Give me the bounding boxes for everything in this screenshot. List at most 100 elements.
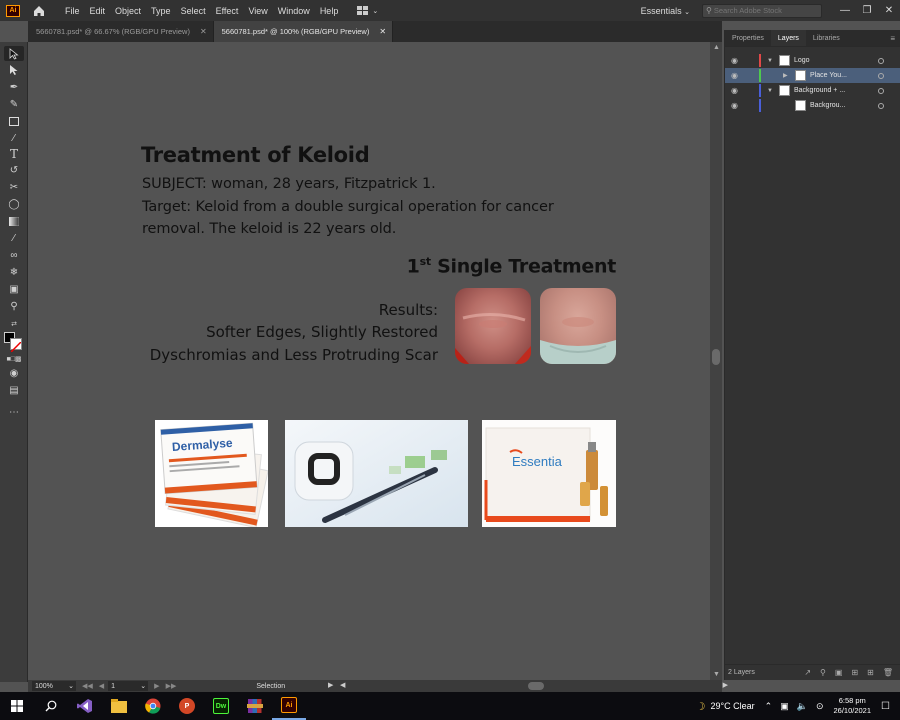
artboard-number-dropdown[interactable]: 1 ⌄ <box>108 681 149 691</box>
tab-layers[interactable]: Layers <box>770 30 806 46</box>
menu-type[interactable]: Type <box>146 6 176 16</box>
draw-mode-icon[interactable]: ◉ <box>7 367 21 379</box>
chevron-down-icon[interactable]: ▼ <box>767 58 773 64</box>
last-artboard-icon[interactable]: ▶▶ <box>166 682 177 690</box>
trash-icon[interactable]: 🗑 <box>883 668 893 677</box>
eyedropper-tool-icon[interactable]: ⁄ <box>7 232 21 244</box>
locate-object-icon[interactable]: ⚲ <box>820 668 826 677</box>
network-icon[interactable]: ▣ <box>780 701 789 712</box>
swap-fill-stroke-icon[interactable]: ⇄ <box>7 318 21 330</box>
menu-window[interactable]: Window <box>273 6 315 16</box>
layer-target-icon[interactable] <box>878 57 884 64</box>
menu-object[interactable]: Object <box>110 6 146 16</box>
paintbrush-tool-icon[interactable]: ⁄ <box>7 132 21 144</box>
rectangle-tool-icon[interactable] <box>7 115 21 127</box>
close-button[interactable]: ✕ <box>878 5 900 16</box>
taskbar-dreamweaver[interactable]: Dw <box>204 692 238 720</box>
shape-builder-tool-icon[interactable]: ◯ <box>7 198 21 210</box>
close-tab-icon[interactable]: ✕ <box>200 27 207 36</box>
menu-edit[interactable]: Edit <box>85 6 111 16</box>
speaker-icon[interactable]: 🔈 <box>797 701 808 712</box>
document-tab[interactable]: 5660781.psd* @ 66.67% (RGB/GPU Preview) … <box>28 21 214 42</box>
pen-tool-icon[interactable]: ✒ <box>7 81 21 93</box>
minimize-button[interactable]: — <box>834 5 856 16</box>
more-tools-icon[interactable]: ⋯ <box>7 406 21 418</box>
visibility-eye-icon[interactable]: ◉ <box>731 101 738 110</box>
search-icon[interactable] <box>34 692 68 720</box>
direct-selection-tool-icon[interactable] <box>7 64 21 76</box>
scroll-up-icon[interactable]: ▲ <box>713 44 720 51</box>
taskbar-winrar[interactable] <box>238 692 272 720</box>
scissors-tool-icon[interactable]: ✂ <box>7 181 21 193</box>
scroll-left-icon[interactable]: ◀ <box>340 681 345 689</box>
visibility-eye-icon[interactable]: ◉ <box>731 86 738 95</box>
taskbar-powerpoint[interactable]: P <box>170 692 204 720</box>
prev-artboard-icon[interactable]: ◀ <box>99 682 104 690</box>
taskbar-chrome[interactable] <box>136 692 170 720</box>
color-mode-icons[interactable]: ■□▩ <box>6 353 21 365</box>
stroke-color-swatch[interactable] <box>10 338 22 353</box>
panel-menu-icon[interactable]: ≡ <box>890 30 900 46</box>
tab-libraries[interactable]: Libraries <box>806 30 847 46</box>
home-icon[interactable] <box>32 4 46 18</box>
layer-row[interactable]: ◉ ▼ Logo <box>725 53 900 68</box>
taskbar-illustrator[interactable]: Ai <box>272 692 306 720</box>
vertical-scrollbar[interactable]: ▲ ▼ <box>710 42 722 680</box>
windows-start-icon[interactable] <box>0 692 34 720</box>
chevron-up-icon[interactable]: ⌃ <box>765 701 773 712</box>
curvature-tool-icon[interactable]: ✎ <box>7 98 21 110</box>
layer-target-icon[interactable] <box>878 87 884 94</box>
visibility-eye-icon[interactable]: ◉ <box>731 56 738 65</box>
language-icon[interactable]: ⊙ <box>816 701 824 712</box>
status-menu-icon[interactable]: ▶ <box>328 681 333 689</box>
scroll-down-icon[interactable]: ▼ <box>713 671 720 678</box>
layer-row[interactable]: ◉ ▶ Place You... <box>725 68 900 83</box>
horizontal-scroll-thumb[interactable] <box>528 682 544 690</box>
clipping-mask-icon[interactable]: ▣ <box>835 668 843 677</box>
next-artboard-icon[interactable]: ▶ <box>154 682 159 690</box>
taskbar-visual-studio[interactable] <box>68 692 102 720</box>
symbol-sprayer-tool-icon[interactable]: ❄ <box>7 266 21 278</box>
layer-target-icon[interactable] <box>878 72 884 79</box>
document-tab-active[interactable]: 5660781.psd* @ 100% (RGB/GPU Preview) ✕ <box>213 21 394 42</box>
stock-search[interactable]: ⚲ <box>702 3 822 18</box>
chevron-right-icon[interactable]: ▶ <box>783 72 788 79</box>
scroll-right-icon[interactable]: ▶ <box>723 681 728 689</box>
menu-help[interactable]: Help <box>315 6 344 16</box>
menu-file[interactable]: File <box>60 6 85 16</box>
restore-button[interactable]: ❐ <box>856 5 878 16</box>
type-tool-icon[interactable]: T <box>7 147 21 161</box>
layer-row[interactable]: ◉ ▼ Background + ... <box>725 83 900 98</box>
first-artboard-icon[interactable]: ◀◀ <box>82 682 93 690</box>
current-tool-status[interactable]: Selection <box>256 683 285 690</box>
close-tab-icon[interactable]: ✕ <box>379 27 386 36</box>
horizontal-scrollbar[interactable]: ▶ ◀ ▶ <box>328 681 728 690</box>
layer-target-icon[interactable] <box>878 102 884 109</box>
notification-icon[interactable]: ☐ <box>881 701 890 712</box>
weather-widget[interactable]: ☽ 29°C Clear <box>696 700 755 713</box>
rotate-tool-icon[interactable]: ↺ <box>7 164 21 176</box>
menu-select[interactable]: Select <box>176 6 211 16</box>
tab-properties[interactable]: Properties <box>725 30 771 46</box>
chevron-down-icon[interactable]: ▼ <box>767 88 773 94</box>
vertical-scroll-thumb[interactable] <box>712 349 720 365</box>
menu-effect[interactable]: Effect <box>211 6 244 16</box>
arrange-documents-button[interactable]: ⌄ <box>357 6 378 15</box>
layer-row[interactable]: ◉ Backgrou... <box>725 98 900 113</box>
export-icon[interactable]: ↗ <box>804 668 811 677</box>
menu-view[interactable]: View <box>243 6 272 16</box>
screen-mode-icon[interactable]: ▤ <box>7 384 21 396</box>
zoom-tool-icon[interactable]: ⚲ <box>7 300 21 312</box>
new-sublayer-icon[interactable]: ⊞ <box>851 668 858 677</box>
taskbar-file-explorer[interactable] <box>102 692 136 720</box>
gradient-tool-icon[interactable] <box>7 215 21 227</box>
visibility-eye-icon[interactable]: ◉ <box>731 71 738 80</box>
selection-tool-icon[interactable] <box>4 46 24 61</box>
blend-tool-icon[interactable]: ∞ <box>7 249 21 261</box>
artboard-tool-icon[interactable]: ▣ <box>7 283 21 295</box>
workspace-switcher[interactable]: Essentials ⌄ <box>641 6 690 16</box>
stock-search-input[interactable] <box>713 6 810 15</box>
clock[interactable]: 6:58 pm 26/10/2021 <box>833 696 871 716</box>
zoom-dropdown[interactable]: 100% ⌄ <box>32 681 76 691</box>
new-layer-icon[interactable]: ⊞ <box>867 668 874 677</box>
